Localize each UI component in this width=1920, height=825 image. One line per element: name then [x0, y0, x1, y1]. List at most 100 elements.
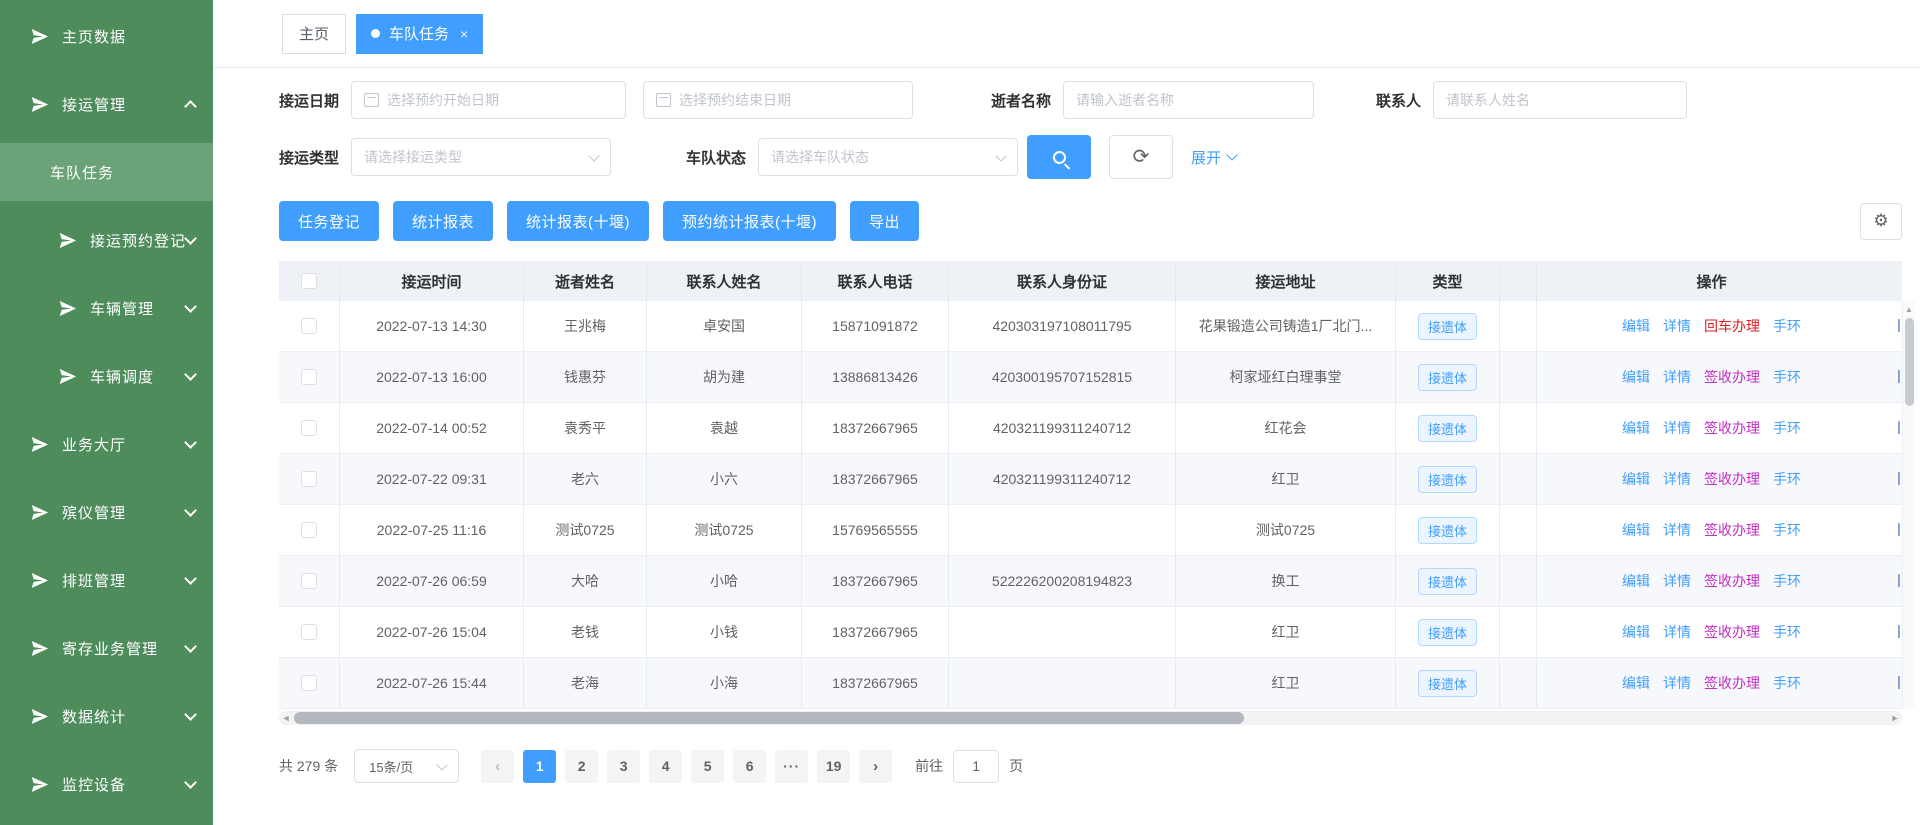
scroll-up-icon[interactable]: ▲	[1903, 301, 1915, 314]
toolbar-button-任务登记[interactable]: 任务登记	[279, 201, 379, 241]
scroll-left-icon[interactable]: ◄	[279, 713, 293, 723]
contact-field[interactable]	[1446, 92, 1674, 108]
row-checkbox[interactable]	[301, 471, 317, 487]
action-签收办理[interactable]: 签收办理	[1704, 469, 1760, 489]
date-start-input[interactable]	[351, 81, 626, 119]
action-详情[interactable]: 详情	[1663, 520, 1691, 540]
sidebar-item-业务大厅[interactable]: 业务大厅	[0, 410, 213, 478]
sidebar-item-殡仪管理[interactable]: 殡仪管理	[0, 478, 213, 546]
action-签收办理[interactable]: 签收办理	[1704, 520, 1760, 540]
action-详情[interactable]: 详情	[1663, 673, 1691, 693]
page-ellipsis[interactable]: ···	[775, 750, 808, 783]
page-button-3[interactable]: 3	[607, 750, 640, 783]
sidebar-item-监控设备[interactable]: 监控设备	[0, 750, 213, 818]
row-checkbox[interactable]	[301, 522, 317, 538]
action-编辑[interactable]: 编辑	[1622, 418, 1650, 438]
action-详情[interactable]: 详情	[1663, 469, 1691, 489]
tab-fleet-tasks[interactable]: 车队任务 ×	[356, 14, 483, 54]
deceased-name-field[interactable]	[1076, 92, 1301, 108]
paper-plane-icon	[30, 571, 49, 590]
action-回车办理[interactable]: 回车办理	[1704, 316, 1760, 336]
action-签收办理[interactable]: 签收办理	[1704, 418, 1760, 438]
clipped-column-text: 丨	[1886, 505, 1900, 555]
row-checkbox[interactable]	[301, 675, 317, 691]
prev-page-button[interactable]: ‹	[481, 750, 514, 783]
action-详情[interactable]: 详情	[1663, 418, 1691, 438]
goto-page-input[interactable]	[953, 750, 999, 783]
fleet-status-select[interactable]: 请选择车队状态	[758, 138, 1018, 176]
sidebar-item-车队任务[interactable]: 车队任务	[0, 143, 213, 201]
clipped-column-text: 丨	[1886, 658, 1900, 708]
action-详情[interactable]: 详情	[1663, 316, 1691, 336]
toolbar-button-统计报表[interactable]: 统计报表	[393, 201, 493, 241]
action-详情[interactable]: 详情	[1663, 367, 1691, 387]
page-size-select[interactable]: 15条/页	[354, 749, 459, 783]
action-手环[interactable]: 手环	[1773, 367, 1801, 387]
sidebar-item-车辆调度[interactable]: 车辆调度	[0, 342, 213, 410]
action-手环[interactable]: 手环	[1773, 418, 1801, 438]
horizontal-scrollbar[interactable]: ◄ ►	[279, 711, 1902, 725]
action-签收办理[interactable]: 签收办理	[1704, 571, 1760, 591]
action-签收办理[interactable]: 签收办理	[1704, 622, 1760, 642]
action-手环[interactable]: 手环	[1773, 622, 1801, 642]
action-编辑[interactable]: 编辑	[1622, 673, 1650, 693]
row-checkbox[interactable]	[301, 624, 317, 640]
refresh-button[interactable]: ⟳	[1109, 135, 1173, 179]
select-all-checkbox[interactable]	[301, 273, 317, 289]
action-编辑[interactable]: 编辑	[1622, 469, 1650, 489]
action-编辑[interactable]: 编辑	[1622, 622, 1650, 642]
toolbar-button-导出[interactable]: 导出	[850, 201, 919, 241]
action-手环[interactable]: 手环	[1773, 316, 1801, 336]
sidebar-item-排班管理[interactable]: 排班管理	[0, 546, 213, 614]
pickup-type-select[interactable]: 请选择接运类型	[351, 138, 611, 176]
date-end-field[interactable]	[679, 92, 900, 108]
row-checkbox[interactable]	[301, 318, 317, 334]
toolbar-button-预约统计报表(十堰)[interactable]: 预约统计报表(十堰)	[663, 201, 836, 241]
horizontal-scrollbar-thumb[interactable]	[294, 712, 1244, 724]
cell-pickup-address: 红卫	[1176, 658, 1396, 708]
page-button-5[interactable]: 5	[691, 750, 724, 783]
page-button-19[interactable]: 19	[817, 750, 850, 783]
row-checkbox[interactable]	[301, 420, 317, 436]
page-button-4[interactable]: 4	[649, 750, 682, 783]
action-编辑[interactable]: 编辑	[1622, 367, 1650, 387]
sidebar-item-车辆管理[interactable]: 车辆管理	[0, 274, 213, 342]
col-contact-name: 联系人姓名	[647, 261, 802, 301]
action-手环[interactable]: 手环	[1773, 520, 1801, 540]
page-button-2[interactable]: 2	[565, 750, 598, 783]
expand-link[interactable]: 展开	[1191, 147, 1236, 168]
contact-input[interactable]	[1433, 81, 1687, 119]
action-手环[interactable]: 手环	[1773, 469, 1801, 489]
tab-close-icon[interactable]: ×	[460, 26, 468, 42]
sidebar-item-主页数据[interactable]: 主页数据	[0, 2, 213, 70]
scroll-right-icon[interactable]: ►	[1888, 713, 1902, 723]
sidebar-item-接运预约登记[interactable]: 接运预约登记	[0, 206, 213, 274]
action-签收办理[interactable]: 签收办理	[1704, 367, 1760, 387]
action-编辑[interactable]: 编辑	[1622, 520, 1650, 540]
action-编辑[interactable]: 编辑	[1622, 316, 1650, 336]
deceased-name-input[interactable]	[1063, 81, 1314, 119]
row-checkbox[interactable]	[301, 369, 317, 385]
vertical-scrollbar-thumb[interactable]	[1905, 318, 1914, 406]
sidebar-item-接运管理[interactable]: 接运管理	[0, 70, 213, 138]
sidebar-item-数据统计[interactable]: 数据统计	[0, 682, 213, 750]
date-start-field[interactable]	[387, 92, 613, 108]
action-编辑[interactable]: 编辑	[1622, 571, 1650, 591]
search-button[interactable]	[1027, 135, 1091, 179]
next-page-button[interactable]: ›	[859, 750, 892, 783]
page-button-6[interactable]: 6	[733, 750, 766, 783]
action-手环[interactable]: 手环	[1773, 673, 1801, 693]
toolbar-button-统计报表(十堰)[interactable]: 统计报表(十堰)	[507, 201, 649, 241]
action-详情[interactable]: 详情	[1663, 571, 1691, 591]
tab-home[interactable]: 主页	[282, 14, 346, 54]
vertical-scrollbar[interactable]: ▲	[1902, 301, 1915, 709]
action-签收办理[interactable]: 签收办理	[1704, 673, 1760, 693]
date-end-input[interactable]	[643, 81, 913, 119]
action-详情[interactable]: 详情	[1663, 622, 1691, 642]
settings-button[interactable]: ⚙	[1860, 203, 1902, 240]
sidebar-item-寄存业务管理[interactable]: 寄存业务管理	[0, 614, 213, 682]
row-checkbox[interactable]	[301, 573, 317, 589]
action-手环[interactable]: 手环	[1773, 571, 1801, 591]
cell-contact-id	[949, 505, 1176, 555]
page-button-1[interactable]: 1	[523, 750, 556, 783]
